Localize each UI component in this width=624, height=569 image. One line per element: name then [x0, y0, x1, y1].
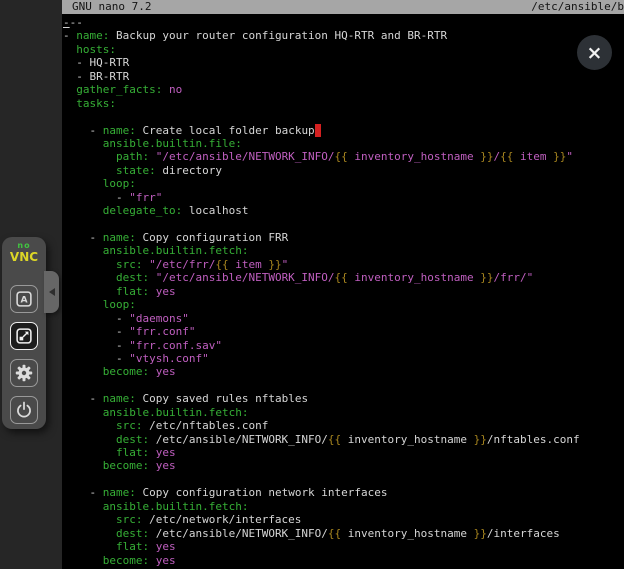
- editor-line: - name: Create local folder backup: [63, 124, 624, 137]
- fullscreen-button[interactable]: [10, 322, 38, 350]
- editor-line: hosts:: [63, 43, 624, 56]
- editor-line: ansible.builtin.file:: [63, 137, 624, 150]
- editor-line: - "frr": [63, 191, 624, 204]
- editor-line: - name: Copy configuration FRR: [63, 231, 624, 244]
- editor-line: flat: yes: [63, 540, 624, 553]
- gear-icon: [13, 362, 35, 384]
- editor-line: src: /etc/network/interfaces: [63, 513, 624, 526]
- nano-file-path: /etc/ansible/b: [531, 0, 624, 14]
- chevron-left-icon: [49, 288, 55, 296]
- novnc-control-panel: no VNC A: [2, 237, 46, 429]
- editor-content[interactable]: ---- name: Backup your router configurat…: [63, 16, 624, 569]
- editor-line: become: yes: [63, 459, 624, 472]
- editor-line: state: directory: [63, 164, 624, 177]
- novnc-logo-top: no: [2, 242, 46, 250]
- novnc-logo: no VNC: [2, 237, 46, 263]
- novnc-logo-bottom: VNC: [2, 251, 46, 263]
- editor-line: - "frr.conf": [63, 325, 624, 338]
- editor-line: path: "/etc/ansible/NETWORK_INFO/{{ inve…: [63, 150, 624, 163]
- novnc-buttons: A: [2, 285, 46, 424]
- editor-line: dest: /etc/ansible/NETWORK_INFO/{{ inven…: [63, 433, 624, 446]
- settings-button[interactable]: [10, 359, 38, 387]
- keyboard-key-a-icon: A: [13, 288, 35, 310]
- editor-line: - "vtysh.conf": [63, 352, 624, 365]
- nano-titlebar: GNU nano 7.2 /etc/ansible/b: [62, 0, 624, 14]
- editor-line: ansible.builtin.fetch:: [63, 500, 624, 513]
- editor-line: gather_facts: no: [63, 83, 624, 96]
- editor-line: flat: yes: [63, 446, 624, 459]
- editor-line: - "daemons": [63, 312, 624, 325]
- editor-line: src: "/etc/frr/{{ item }}": [63, 258, 624, 271]
- editor-line: ansible.builtin.fetch:: [63, 406, 624, 419]
- editor-line: - name: Copy configuration network inter…: [63, 486, 624, 499]
- close-icon: ×: [587, 42, 603, 64]
- power-icon: [13, 399, 35, 421]
- editor-line: become: yes: [63, 365, 624, 378]
- editor-line: - HQ-RTR: [63, 56, 624, 69]
- extra-keys-button[interactable]: A: [10, 285, 38, 313]
- editor-line: - "frr.conf.sav": [63, 339, 624, 352]
- terminal-window: GNU nano 7.2 /etc/ansible/b ---- name: B…: [62, 0, 624, 569]
- editor-line: - BR-RTR: [63, 70, 624, 83]
- editor-line: loop:: [63, 177, 624, 190]
- editor-line: - name: Copy saved rules nftables: [63, 392, 624, 405]
- editor-line: become: yes: [63, 554, 624, 567]
- editor-line: [63, 110, 624, 123]
- nano-app-title: GNU nano 7.2: [72, 0, 151, 14]
- editor-line: delegate_to: localhost: [63, 204, 624, 217]
- editor-line: ansible.builtin.fetch:: [63, 244, 624, 257]
- editor-line: [63, 218, 624, 231]
- editor-line: tasks:: [63, 97, 624, 110]
- editor-line: flat: yes: [63, 285, 624, 298]
- editor-line: dest: "/etc/ansible/NETWORK_INFO/{{ inve…: [63, 271, 624, 284]
- close-button[interactable]: ×: [577, 35, 612, 70]
- svg-text:A: A: [20, 295, 28, 306]
- text-cursor: [315, 124, 322, 137]
- disconnect-button[interactable]: [10, 396, 38, 424]
- editor-line: ---: [63, 16, 624, 29]
- editor-line: - name: Backup your router configuration…: [63, 29, 624, 42]
- fullscreen-icon: [13, 325, 35, 347]
- panel-collapse-handle[interactable]: [44, 271, 59, 313]
- editor-line: dest: /etc/ansible/NETWORK_INFO/{{ inven…: [63, 527, 624, 540]
- editor-line: [63, 473, 624, 486]
- editor-line: [63, 379, 624, 392]
- editor-line: src: /etc/nftables.conf: [63, 419, 624, 432]
- editor-line: loop:: [63, 298, 624, 311]
